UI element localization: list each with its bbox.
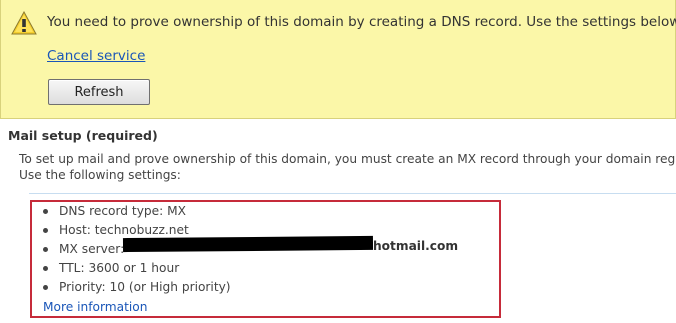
setting-priority: Priority: 10 (or High priority) bbox=[40, 278, 231, 297]
domain-dns-setup-page: You need to prove ownership of this doma… bbox=[0, 0, 676, 323]
setting-ttl: TTL: 3600 or 1 hour bbox=[40, 259, 231, 278]
bullet-icon bbox=[43, 228, 48, 233]
setting-text: DNS record type: MX bbox=[59, 204, 186, 218]
bullet-icon bbox=[43, 209, 48, 214]
redacted-mx-server-value bbox=[122, 235, 374, 253]
dns-ownership-alert: You need to prove ownership of this doma… bbox=[0, 0, 676, 119]
cancel-service-link[interactable]: Cancel service bbox=[47, 47, 145, 65]
setting-dns-record-type: DNS record type: MX bbox=[40, 202, 231, 221]
setting-text: Priority: 10 (or High priority) bbox=[59, 280, 231, 294]
mail-setup-title: Mail setup (required) bbox=[8, 128, 158, 143]
mx-server-domain: hotmail.com bbox=[373, 239, 459, 253]
bullet-icon bbox=[43, 266, 48, 271]
refresh-button[interactable]: Refresh bbox=[48, 79, 150, 105]
setting-text: MX server: bbox=[59, 242, 125, 256]
intro-line-2: Use the following settings: bbox=[19, 168, 181, 182]
bullet-icon bbox=[43, 285, 48, 290]
setting-text: Host: technobuzz.net bbox=[59, 223, 189, 237]
intro-line-1: To set up mail and prove ownership of th… bbox=[19, 152, 676, 166]
alert-message: You need to prove ownership of this doma… bbox=[47, 14, 676, 30]
setting-text: TTL: 3600 or 1 hour bbox=[59, 261, 180, 275]
mail-setup-intro: To set up mail and prove ownership of th… bbox=[19, 151, 676, 183]
warning-icon bbox=[11, 11, 37, 35]
bullet-icon bbox=[43, 247, 48, 252]
more-information-link[interactable]: More information bbox=[43, 299, 147, 315]
